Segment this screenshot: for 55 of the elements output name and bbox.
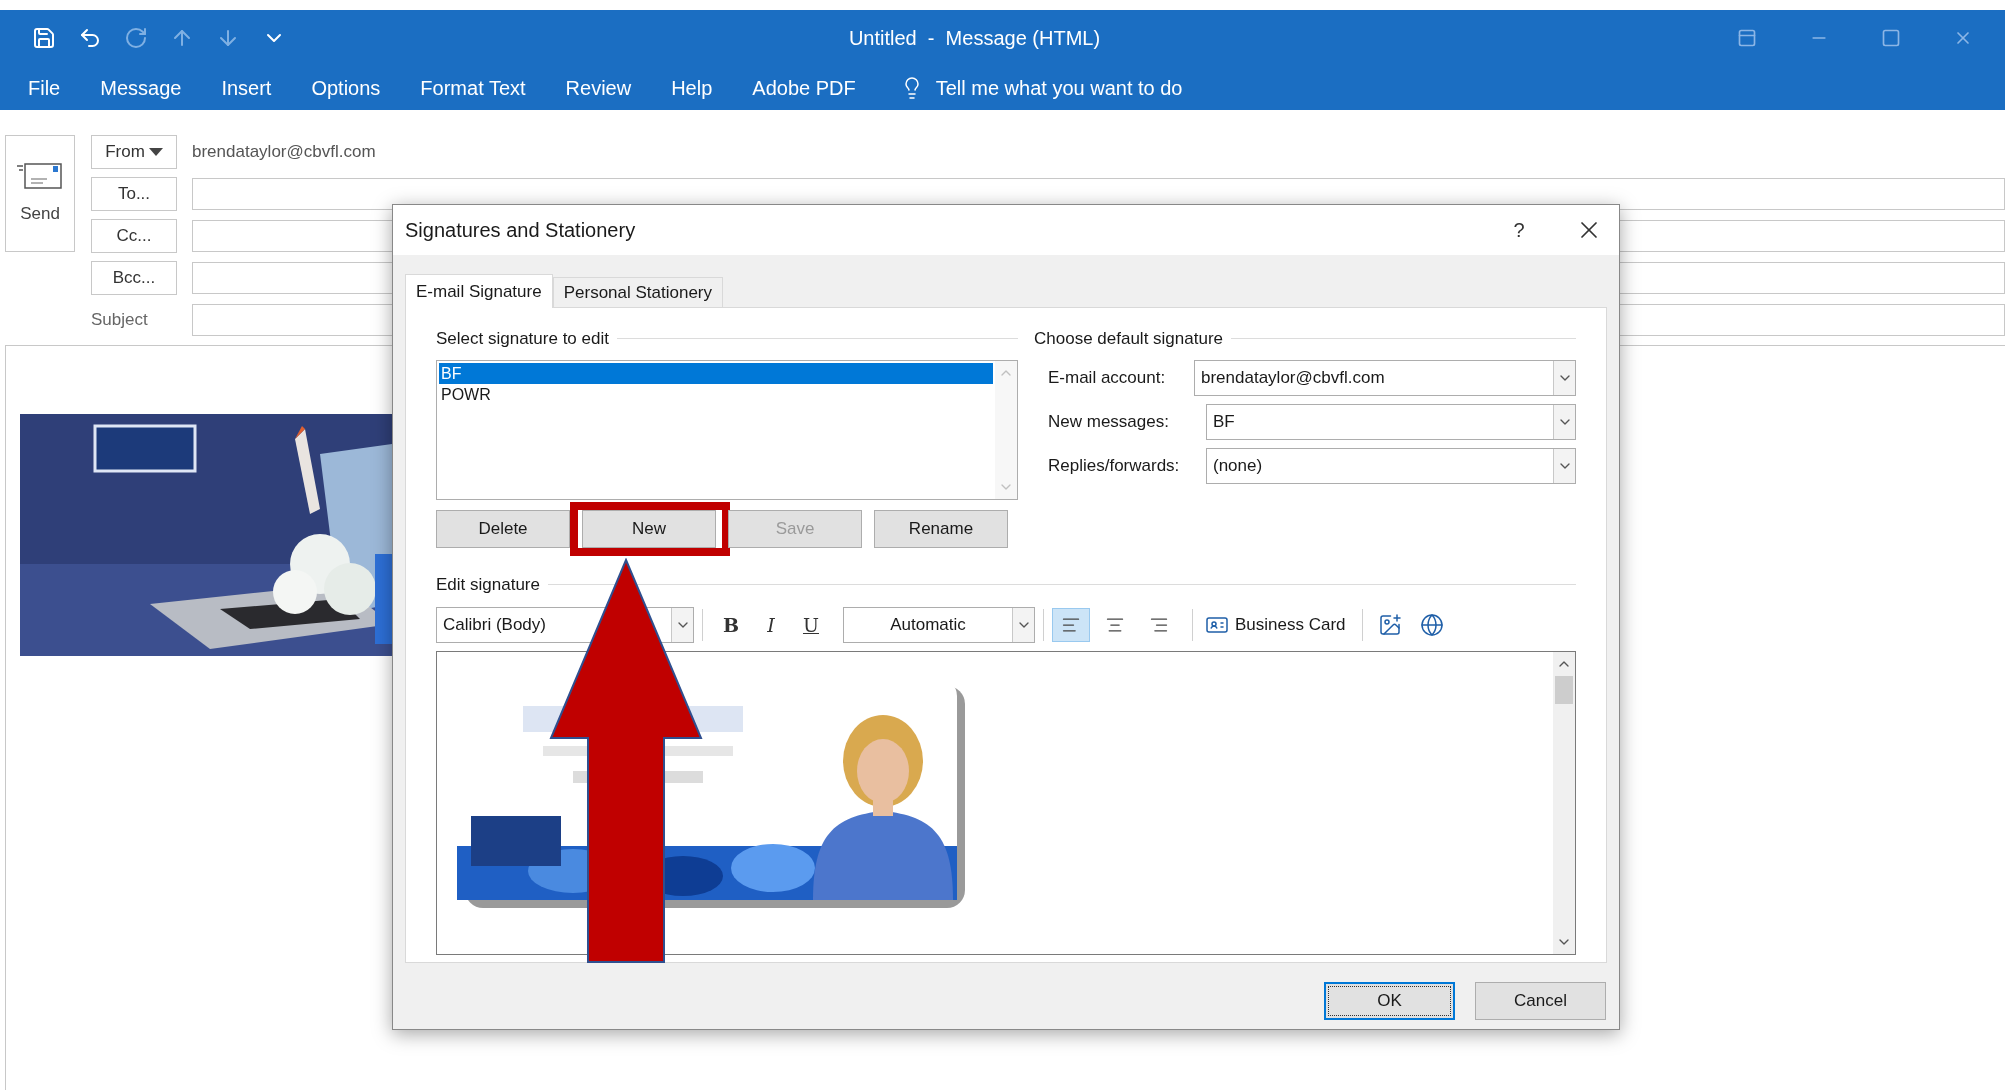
format-button[interactable]: B <box>711 608 751 642</box>
dropdown-field[interactable]: (none) <box>1206 447 1576 484</box>
subject-label: Subject <box>91 309 149 332</box>
field-label: Replies/forwards: <box>1048 454 1181 477</box>
help-button[interactable]: ? <box>1499 215 1539 245</box>
dialog-button[interactable]: OK <box>1324 982 1455 1020</box>
format-button[interactable]: U <box>791 608 831 642</box>
ribbon-tab[interactable]: Options <box>311 72 381 103</box>
envelope-icon <box>17 160 63 189</box>
dialog-tab[interactable]: E-mail Signature <box>405 274 553 308</box>
save-icon[interactable] <box>32 25 56 50</box>
field-label: New messages: <box>1048 410 1170 433</box>
color-dropdown[interactable]: Automatic <box>843 607 1035 643</box>
dropdown-icon[interactable] <box>1553 448 1575 483</box>
scroll-thumb[interactable] <box>1555 676 1573 704</box>
dropdown-icon[interactable] <box>1553 404 1575 439</box>
signature-button[interactable]: Delete <box>436 509 570 548</box>
ribbon-tab[interactable]: Help <box>671 72 713 103</box>
dialog-tab[interactable]: Personal Stationery <box>552 277 724 307</box>
section-heading: Choose default signature <box>1034 328 1224 350</box>
dialog-title: Signatures and Stationery <box>405 218 637 243</box>
format-button[interactable]: I <box>751 608 791 642</box>
align-button[interactable] <box>1052 608 1090 642</box>
section-heading: Edit signature <box>436 573 540 596</box>
ribbon-tab[interactable]: File <box>28 72 61 103</box>
address-button[interactable]: To... <box>91 177 177 211</box>
ribbon-tab[interactable]: Review <box>565 72 632 103</box>
window-title: Untitled - Message (HTML) <box>847 25 1102 51</box>
dropdown-icon[interactable] <box>671 608 693 642</box>
from-address: brendataylor@cbvfl.com <box>192 141 376 164</box>
dropdown-icon[interactable] <box>1012 608 1034 642</box>
signature-list-item[interactable]: POWR <box>439 383 993 405</box>
ribbon-tab[interactable]: Insert <box>221 72 272 103</box>
field-label: E-mail account: <box>1048 366 1167 389</box>
maximize-icon[interactable] <box>1881 27 1901 48</box>
signature-button[interactable]: Rename <box>874 509 1008 548</box>
dropdown-field[interactable]: brendataylor@cbvfl.com <box>1194 359 1576 396</box>
address-button[interactable]: Bcc... <box>91 261 177 295</box>
ribbon-tab[interactable]: Message <box>100 72 182 103</box>
scrollbar[interactable] <box>1553 652 1575 954</box>
address-button[interactable]: Cc... <box>91 219 177 253</box>
dropdown-field[interactable]: BF <box>1206 403 1576 440</box>
from-button[interactable]: From <box>91 135 177 169</box>
tell-me-field[interactable]: Tell me what you want to do <box>935 72 1183 103</box>
ribbon-tab[interactable]: Adobe PDF <box>752 72 856 103</box>
ribbon-tab[interactable]: Format Text <box>420 72 526 103</box>
section-heading: Select signature to edit <box>436 328 609 350</box>
caret-icon <box>148 148 163 156</box>
dialog-button[interactable]: Cancel <box>1475 982 1606 1020</box>
business-card-button[interactable]: Business Card <box>1201 608 1350 642</box>
signature-button[interactable]: New <box>582 509 716 548</box>
send-button[interactable]: Send <box>5 135 75 252</box>
dropdown-icon[interactable] <box>1553 360 1575 395</box>
signature-list-item[interactable]: BF <box>439 362 993 384</box>
ribbon-display-icon[interactable] <box>1737 27 1757 48</box>
